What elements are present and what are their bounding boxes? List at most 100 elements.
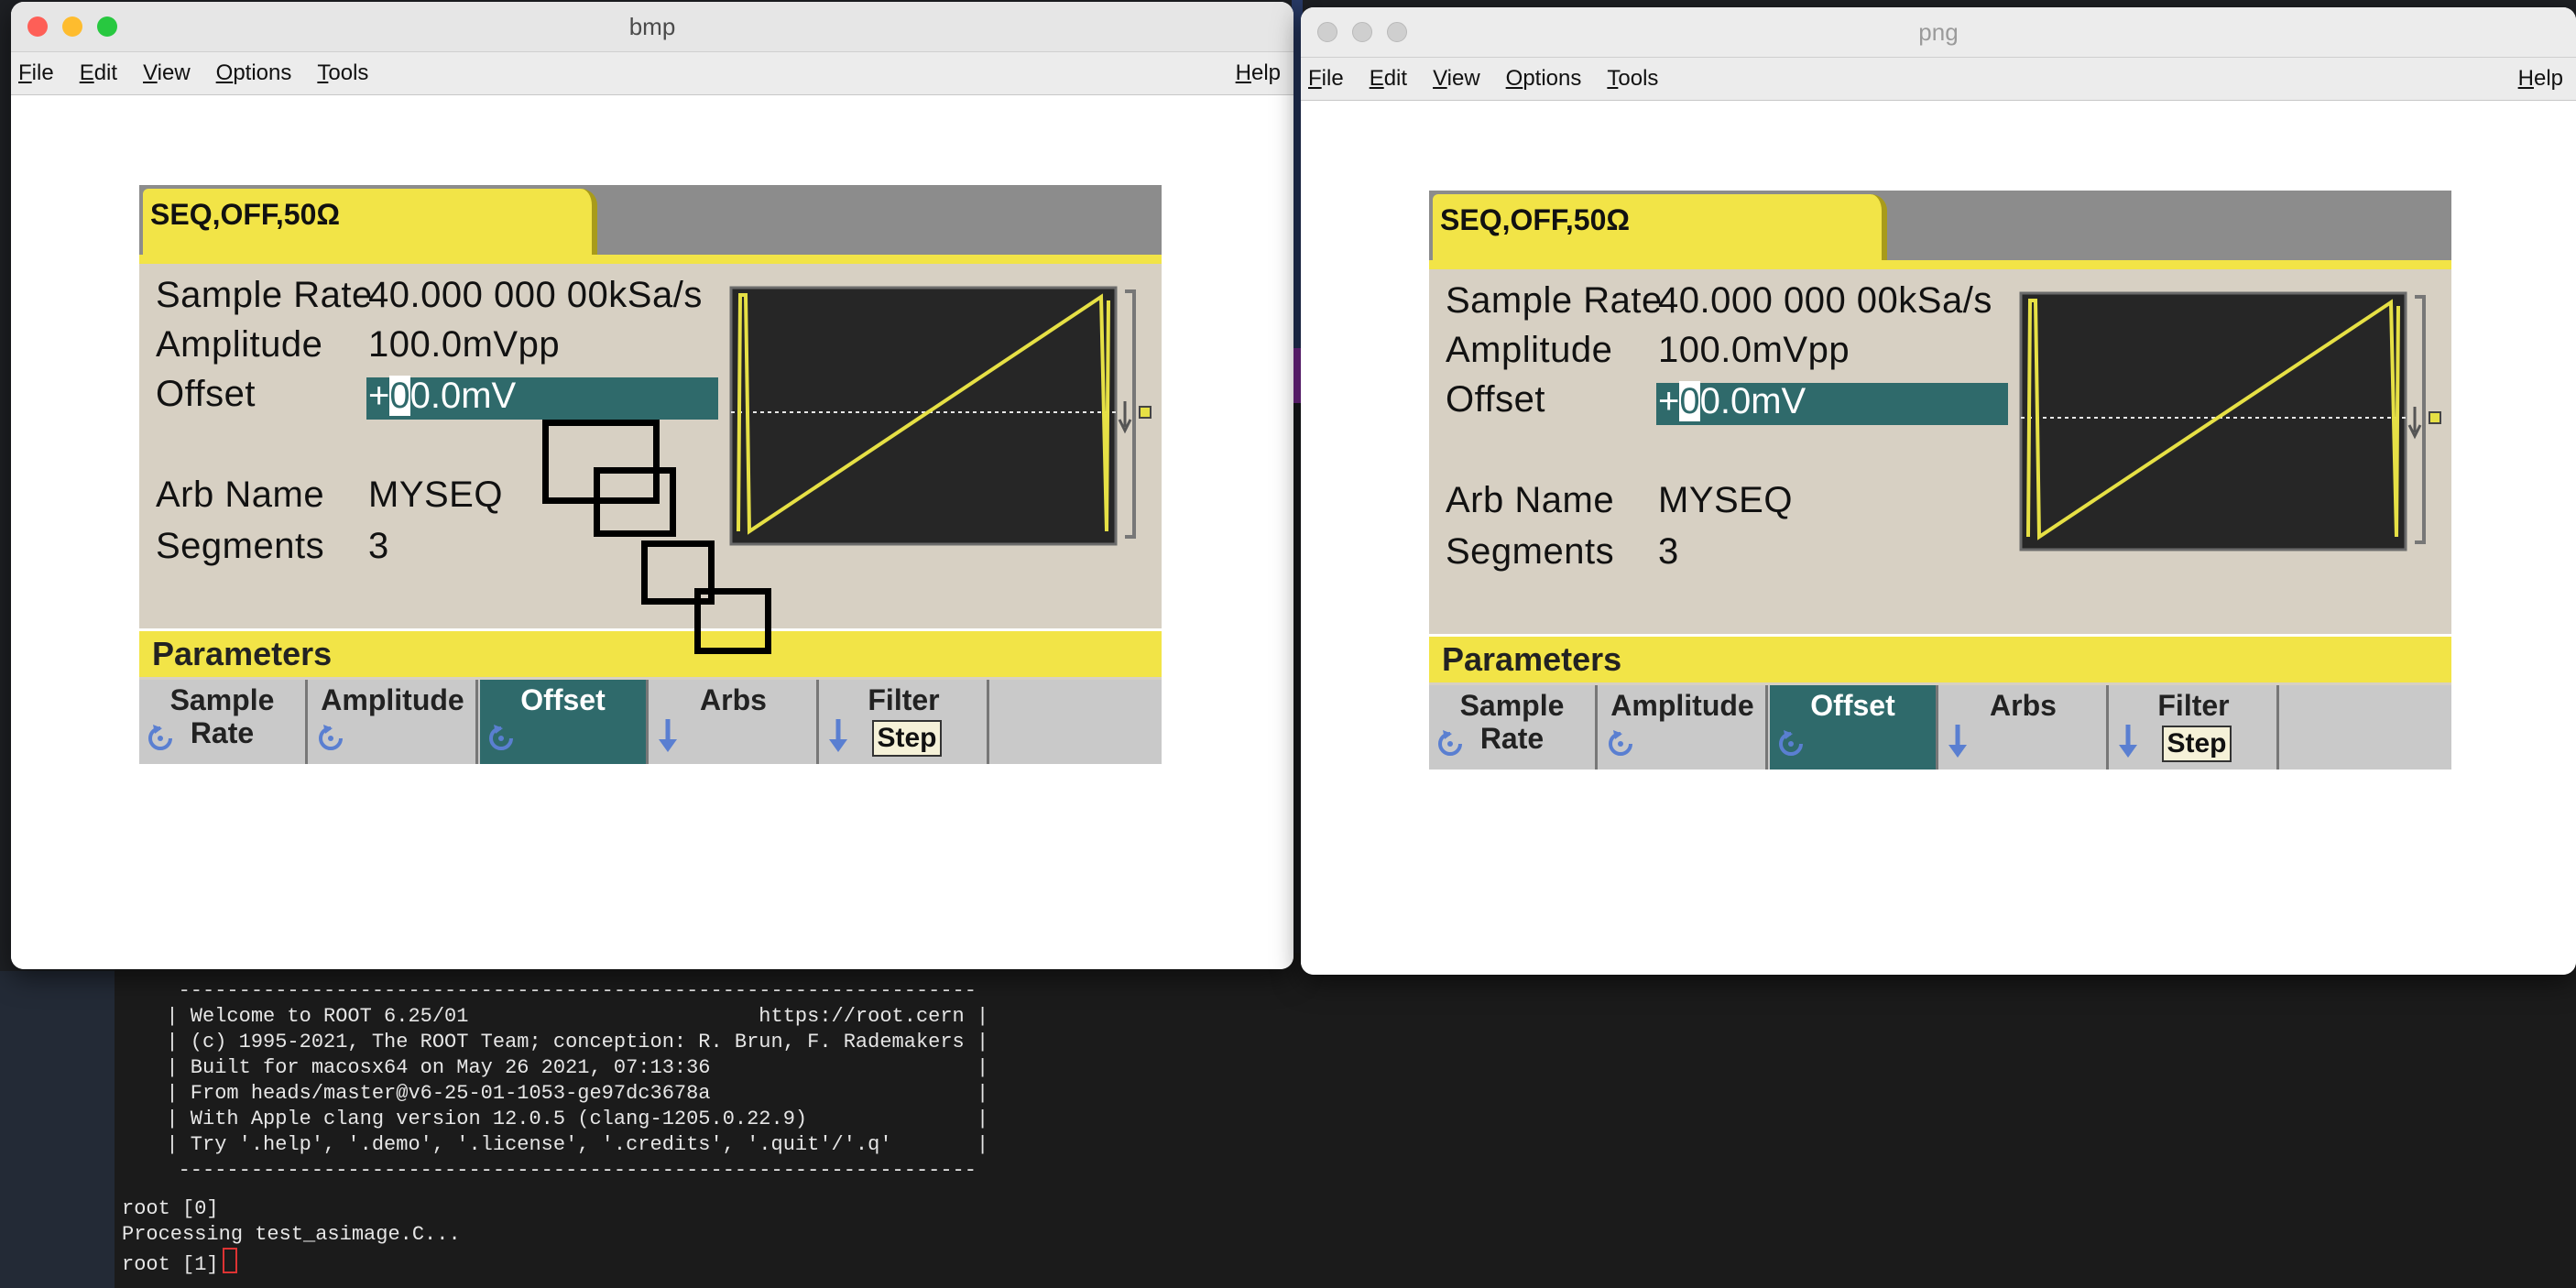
rotate-icon <box>1605 728 1636 764</box>
param-label: Amplitude <box>156 324 323 365</box>
close-button[interactable] <box>27 16 48 37</box>
softkey-blank[interactable] <box>2281 685 2450 770</box>
softkey-offset[interactable]: Offset <box>480 680 649 764</box>
close-button[interactable] <box>1317 22 1337 42</box>
parameters-bar: Parameters <box>139 628 1162 677</box>
param-value: MYSEQ <box>368 475 503 515</box>
menu-help[interactable]: Help <box>1223 60 1293 86</box>
window-png[interactable]: png File Edit View Options Tools Help SEQ,OFF,5… <box>1301 7 2576 975</box>
desktop-background <box>0 971 115 1288</box>
param-value: MYSEQ <box>1658 480 1793 520</box>
softkey-label: Filter <box>2157 689 2230 722</box>
menu-options[interactable]: Options <box>1493 66 1595 92</box>
softkey-amplitude[interactable]: Amplitude <box>1599 685 1768 770</box>
softkey-sample[interactable]: Sample Rate <box>139 680 308 764</box>
param-value: 3 <box>368 526 389 566</box>
softkey-blank[interactable] <box>991 680 1160 764</box>
menu-label-rest: iew <box>1446 66 1480 91</box>
banner-line: ----------------------------------------… <box>142 1159 977 1182</box>
window-title: png <box>1918 17 1959 46</box>
parameters-label: Parameters <box>1442 640 1622 678</box>
parameters-bar: Parameters <box>1429 634 2451 682</box>
softkey-offset[interactable]: Offset <box>1770 685 1938 770</box>
traffic-lights <box>1317 22 1407 42</box>
softkey-label: Sample <box>1459 689 1565 722</box>
menu-tools[interactable]: Tools <box>1594 66 1671 92</box>
banner-line: | Welcome to ROOT 6.25/01 https://root.c… <box>142 1005 989 1028</box>
menu-mnemonic: T <box>317 60 329 85</box>
softkey-sample[interactable]: Sample Rate <box>1429 685 1598 770</box>
softkey-label: Amplitude <box>321 683 464 716</box>
menu-mnemonic: V <box>143 60 158 85</box>
canvas-area: SEQ,OFF,50Ω Sample Rate 40.000 000 00kSa/s… <box>11 95 1293 969</box>
banner-line: | (c) 1995-2021, The ROOT Team; concepti… <box>142 1031 989 1053</box>
status-tab: SEQ,OFF,50Ω <box>1433 194 1887 264</box>
softkey-label: Arbs <box>1990 689 2057 722</box>
maximize-button[interactable] <box>97 16 117 37</box>
softkey-arbs[interactable]: Arbs <box>1940 685 2109 770</box>
softkey-label: Amplitude <box>1610 689 1754 722</box>
menu-mnemonic: E <box>79 60 94 85</box>
terminal-line: Processing test_asimage.C... <box>122 1223 461 1246</box>
level-marker <box>2429 411 2441 424</box>
softkey-arbs[interactable]: Arbs <box>650 680 819 764</box>
menu-file[interactable]: File <box>11 60 67 86</box>
window-titlebar[interactable]: png <box>1301 7 2576 58</box>
menu-view[interactable]: View <box>130 60 203 86</box>
menu-mnemonic: O <box>215 60 234 85</box>
offset-value-field[interactable]: +00.0mV <box>1656 381 2008 425</box>
menu-bar: File Edit View Options Tools Help <box>1301 58 2576 101</box>
terminal-output: root [0] Processing test_asimage.C... ro… <box>122 1196 461 1276</box>
menu-mnemonic: F <box>18 60 32 85</box>
parameters-label: Parameters <box>152 635 333 672</box>
param-label: Amplitude <box>1446 330 1613 370</box>
menu-view[interactable]: View <box>1420 66 1493 92</box>
overlay-rectangle <box>594 467 676 537</box>
menu-edit[interactable]: Edit <box>1357 66 1420 92</box>
instrument-image: SEQ,OFF,50Ω Sample Rate 40.000 000 00kSa/s… <box>1429 191 2451 770</box>
softkey-filter[interactable]: Filter Step <box>821 680 989 764</box>
minimize-button[interactable] <box>62 16 82 37</box>
window-bmp[interactable]: bmp File Edit View Options Tools Help SEQ,OFF,5… <box>11 2 1293 969</box>
level-marker <box>1139 406 1152 419</box>
terminal-line: root [0] <box>122 1197 219 1220</box>
menu-options[interactable]: Options <box>203 60 305 86</box>
menu-mnemonic: E <box>1369 66 1384 91</box>
status-tab-label: SEQ,OFF,50Ω <box>1440 203 1631 236</box>
arrow-down-icon <box>1118 401 1132 434</box>
offset-value: +00.0mV <box>1658 381 1806 422</box>
softkey-label: Offset <box>520 683 606 716</box>
status-tab-label: SEQ,OFF,50Ω <box>150 198 341 231</box>
status-tab: SEQ,OFF,50Ω <box>143 189 597 258</box>
terminal-prompt-line[interactable]: root [1] <box>122 1248 461 1276</box>
offset-sign: + <box>1658 381 1680 421</box>
menu-edit[interactable]: Edit <box>67 60 130 86</box>
param-label: Segments <box>1446 531 1615 572</box>
softkey-filter[interactable]: Filter Step <box>2111 685 2279 770</box>
menu-bar: File Edit View Options Tools Help <box>11 52 1293 95</box>
menu-mnemonic: H <box>1235 60 1251 85</box>
param-label: Offset <box>156 374 256 414</box>
rotate-icon <box>1775 728 1806 764</box>
minimize-button[interactable] <box>1352 22 1372 42</box>
menu-label-rest: ptions <box>233 60 292 85</box>
arrow-down-icon <box>656 717 680 759</box>
menu-file[interactable]: File <box>1301 66 1357 92</box>
offset-digits: 0.0mV <box>409 376 517 416</box>
banner-line: ----------------------------------------… <box>142 979 977 1002</box>
window-titlebar[interactable]: bmp <box>11 2 1293 52</box>
window-title: bmp <box>628 12 676 40</box>
menu-mnemonic: F <box>1308 66 1322 91</box>
param-value: 100.0mVpp <box>1658 330 1850 370</box>
menu-label-rest: ools <box>1618 66 1659 91</box>
rotate-icon <box>145 723 176 759</box>
terminal-window[interactable]: ----------------------------------------… <box>115 953 2576 1288</box>
menu-tools[interactable]: Tools <box>304 60 381 86</box>
maximize-button[interactable] <box>1387 22 1407 42</box>
menu-label-rest: dit <box>1383 66 1408 91</box>
softkey-amplitude[interactable]: Amplitude <box>310 680 478 764</box>
offset-value-field[interactable]: +00.0mV <box>366 376 718 420</box>
offset-value: +00.0mV <box>368 376 516 417</box>
status-underline <box>139 255 1162 264</box>
menu-help[interactable]: Help <box>2505 66 2576 92</box>
